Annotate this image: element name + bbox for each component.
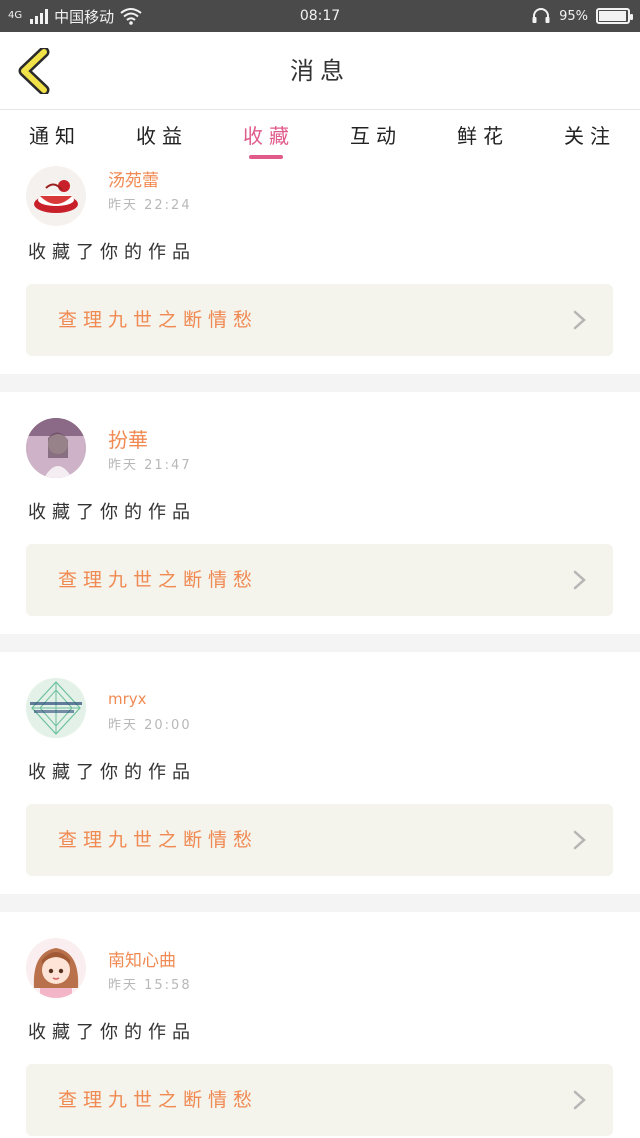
teacup-avatar-image — [34, 180, 78, 213]
username[interactable]: mryx — [108, 690, 147, 708]
tab-notifications[interactable]: 通知 — [10, 120, 100, 149]
avatar[interactable] — [26, 166, 86, 226]
work-link[interactable]: 查理九世之断情愁 — [26, 804, 613, 876]
divider — [0, 894, 640, 912]
work-link[interactable]: 查理九世之断情愁 — [26, 1064, 613, 1136]
anime-girl-avatar-image — [26, 938, 86, 998]
tab-flowers[interactable]: 鲜花 — [438, 120, 528, 149]
username[interactable]: 南知心曲 — [108, 946, 176, 971]
avatar[interactable] — [26, 418, 86, 478]
message-card: 南知心曲 昨天 15:58 收藏了你的作品 查理九世之断情愁 — [0, 912, 640, 1138]
action-text: 收藏了你的作品 — [28, 502, 196, 523]
tab-earnings[interactable]: 收益 — [117, 120, 207, 149]
timestamp: 昨天 22:24 — [108, 198, 192, 213]
divider — [0, 634, 640, 652]
message-card: 汤苑蕾 昨天 22:24 收藏了你的作品 查理九世之断情愁 — [0, 162, 640, 374]
action-text: 收藏了你的作品 — [28, 1022, 196, 1043]
chevron-right-icon — [573, 570, 586, 590]
timestamp: 昨天 15:58 — [108, 978, 192, 993]
username[interactable]: 汤苑蕾 — [108, 166, 159, 191]
tab-interactions[interactable]: 互动 — [331, 120, 421, 149]
work-link[interactable]: 查理九世之断情愁 — [26, 544, 613, 616]
username[interactable]: 扮華 — [108, 424, 148, 453]
battery-icon — [596, 8, 633, 24]
avatar[interactable] — [26, 678, 86, 738]
work-title: 查理九世之断情愁 — [58, 1089, 259, 1111]
timestamp: 昨天 21:47 — [108, 458, 192, 473]
girl-avatar-image — [26, 418, 86, 478]
avatar[interactable] — [26, 938, 86, 998]
status-bar: 4G 中国移动 08:17 95% — [0, 0, 640, 32]
action-text: 收藏了你的作品 — [28, 242, 196, 263]
action-text: 收藏了你的作品 — [28, 762, 196, 783]
chevron-right-icon — [573, 1090, 586, 1110]
battery-percent: 95% — [559, 8, 588, 24]
chevron-right-icon — [573, 830, 586, 850]
headset-icon — [532, 8, 550, 23]
work-title: 查理九世之断情愁 — [58, 309, 259, 331]
header: 消息 — [0, 32, 640, 110]
tab-follows[interactable]: 关注 — [545, 120, 635, 149]
message-card: mryx 昨天 20:00 收藏了你的作品 查理九世之断情愁 — [0, 652, 640, 894]
geometric-avatar-image — [26, 678, 86, 738]
tab-bar: 通知 收益 收藏 互动 鲜花 关注 — [0, 110, 640, 162]
tab-favorites[interactable]: 收藏 — [224, 120, 314, 149]
message-card: 扮華 昨天 21:47 收藏了你的作品 查理九世之断情愁 — [0, 392, 640, 634]
page-title: 消息 — [290, 57, 350, 85]
work-title: 查理九世之断情愁 — [58, 829, 259, 851]
chevron-right-icon — [573, 310, 586, 330]
timestamp: 昨天 20:00 — [108, 718, 192, 733]
divider — [0, 374, 640, 392]
tab-active-indicator — [249, 155, 283, 159]
work-title: 查理九世之断情愁 — [58, 569, 259, 591]
work-link[interactable]: 查理九世之断情愁 — [26, 284, 613, 356]
